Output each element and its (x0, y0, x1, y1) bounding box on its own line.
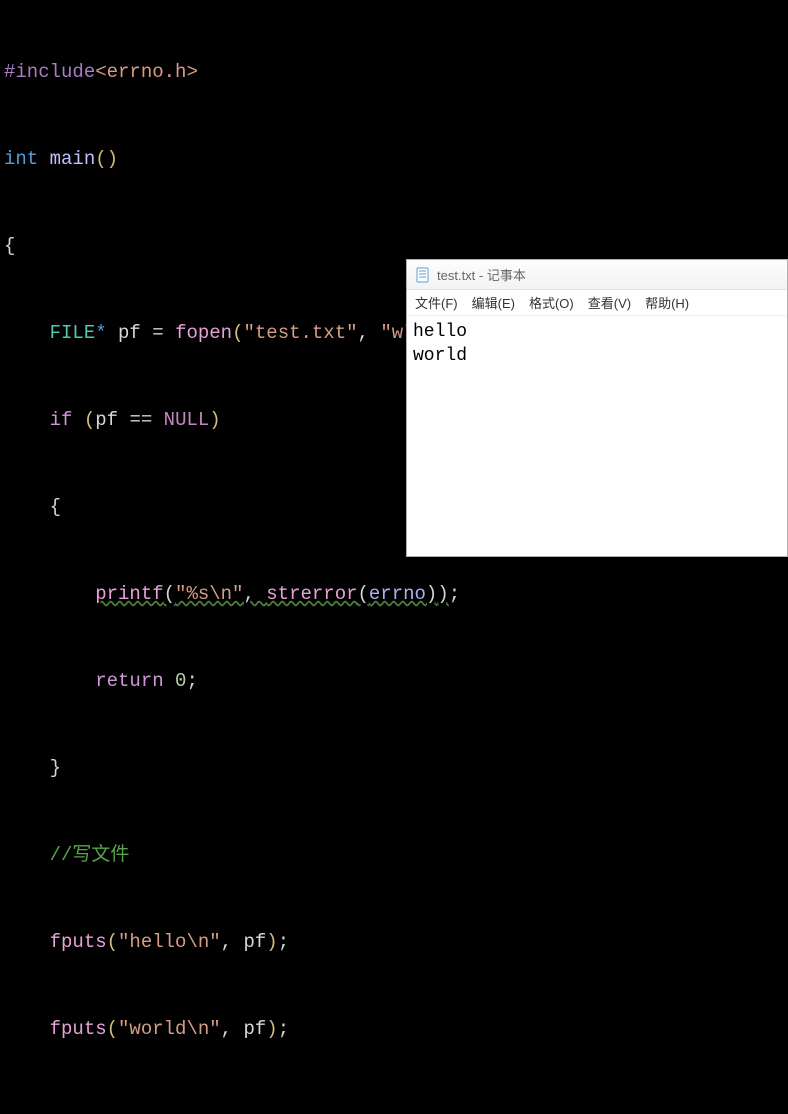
code-line[interactable]: return 0; (0, 667, 788, 696)
code-line[interactable] (0, 1102, 788, 1114)
rparen: ) (266, 931, 277, 953)
fn-fputs: fputs (50, 931, 107, 953)
lparen: ( (107, 931, 118, 953)
comma: , (221, 1018, 244, 1040)
semicolon: ; (278, 931, 289, 953)
semicolon: ; (186, 670, 197, 692)
string-world: "world\n" (118, 1018, 221, 1040)
var-pf: pf (243, 931, 266, 953)
rparen: ) (266, 1018, 277, 1040)
code-line[interactable]: } (0, 754, 788, 783)
content-line-2: world (413, 346, 467, 366)
fn-printf: printf (95, 583, 163, 605)
var-pf: pf (95, 409, 118, 431)
code-line[interactable]: //写文件 (0, 841, 788, 870)
function-main: main (50, 148, 96, 170)
keyword-return: return (95, 670, 163, 692)
id-errno: errno (369, 583, 426, 605)
menu-edit[interactable]: 编辑(E) (472, 293, 515, 312)
type-FILE: FILE (50, 322, 96, 344)
code-line[interactable]: int main() (0, 145, 788, 174)
var-pf: pf (118, 322, 141, 344)
lparen: ( (95, 148, 106, 170)
menu-format[interactable]: 格式(O) (529, 293, 574, 312)
notepad-icon (415, 267, 431, 283)
fn-fopen: fopen (175, 322, 232, 344)
keyword-if: if (50, 409, 73, 431)
lbrace: { (50, 496, 61, 518)
string-fmt: "%s\n" (175, 583, 243, 605)
include-lt: < (95, 61, 106, 83)
lparen: ( (107, 1018, 118, 1040)
preprocessor-token: #include (4, 61, 95, 83)
rparen: ) (437, 583, 448, 605)
lparen: ( (358, 583, 369, 605)
semicolon: ; (278, 1018, 289, 1040)
op-equals: == (129, 409, 152, 431)
comma: , (358, 322, 381, 344)
notepad-window[interactable]: test.txt - 记事本 文件(F) 编辑(E) 格式(O) 查看(V) 帮… (406, 259, 788, 557)
lbrace: { (4, 235, 15, 257)
include-gt: > (186, 61, 197, 83)
comment-write: //写文件 (50, 844, 130, 866)
lparen: ( (232, 322, 243, 344)
menu-file[interactable]: 文件(F) (415, 293, 458, 312)
comma: , (243, 583, 266, 605)
keyword-null: NULL (164, 409, 210, 431)
string-hello: "hello\n" (118, 931, 221, 953)
code-editor[interactable]: #include<errno.h> int main() { FILE* pf … (0, 0, 788, 1114)
fn-strerror: strerror (266, 583, 357, 605)
lparen: ( (84, 409, 95, 431)
comma: , (221, 931, 244, 953)
op-eq: = (152, 322, 163, 344)
rparen: ) (426, 583, 437, 605)
keyword-int: int (4, 148, 38, 170)
menu-help[interactable]: 帮助(H) (645, 293, 689, 312)
code-line[interactable]: fputs("world\n", pf); (0, 1015, 788, 1044)
notepad-title: test.txt - 记事本 (437, 265, 526, 284)
code-line[interactable]: printf("%s\n", strerror(errno)); (0, 580, 788, 609)
notepad-menubar: 文件(F) 编辑(E) 格式(O) 查看(V) 帮助(H) (407, 290, 787, 316)
menu-view[interactable]: 查看(V) (588, 293, 631, 312)
star: * (95, 322, 106, 344)
code-line[interactable]: fputs("hello\n", pf); (0, 928, 788, 957)
rparen: ) (107, 148, 118, 170)
code-line[interactable]: #include<errno.h> (0, 58, 788, 87)
code-line[interactable]: { (0, 232, 788, 261)
var-pf: pf (243, 1018, 266, 1040)
lparen: ( (164, 583, 175, 605)
fn-fputs: fputs (50, 1018, 107, 1040)
number-zero: 0 (175, 670, 186, 692)
rparen: ) (209, 409, 220, 431)
content-line-1: hello (413, 322, 467, 342)
string-test: "test.txt" (243, 322, 357, 344)
rbrace: } (50, 757, 61, 779)
semicolon: ; (449, 583, 460, 605)
include-path: errno.h (107, 61, 187, 83)
notepad-titlebar[interactable]: test.txt - 记事本 (407, 260, 787, 290)
notepad-content[interactable]: hello world (407, 316, 787, 372)
